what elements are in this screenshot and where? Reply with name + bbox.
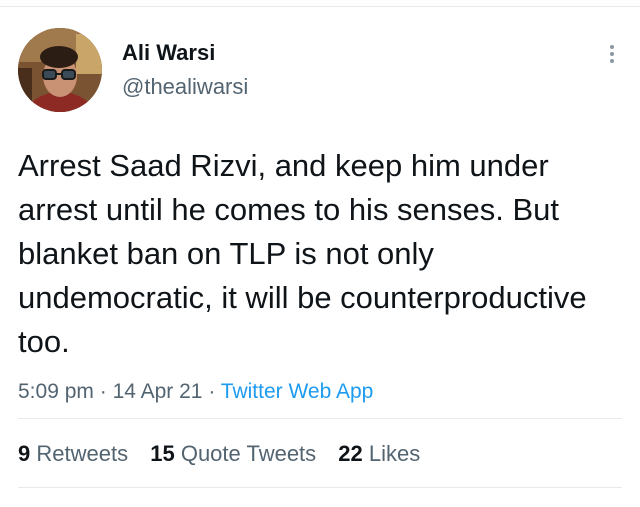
tweet-source-link[interactable]: Twitter Web App — [221, 380, 374, 403]
retweets-stat[interactable]: 9 Retweets — [18, 439, 128, 469]
tweet-stats: 9 Retweets 15 Quote Tweets 22 Likes — [18, 439, 436, 469]
author-names: Ali Warsi @thealiwarsi — [122, 40, 248, 102]
stats-divider-top — [18, 418, 622, 419]
retweets-count: 9 — [18, 441, 31, 466]
retweets-label: Retweets — [36, 441, 129, 466]
more-vertical-icon[interactable] — [604, 42, 620, 70]
tweet-time[interactable]: 5:09 pm — [18, 380, 94, 403]
handle[interactable]: @thealiwarsi — [122, 72, 248, 102]
meta-separator: · — [208, 380, 216, 403]
avatar-photo — [18, 28, 102, 112]
tweet: Ali Warsi @thealiwarsi Arrest Saad Rizvi… — [18, 28, 622, 407]
likes-label: Likes — [368, 441, 421, 466]
stats-divider-bottom — [18, 487, 622, 488]
likes-count: 22 — [338, 441, 363, 466]
display-name[interactable]: Ali Warsi — [122, 40, 248, 66]
tweet-date[interactable]: 14 Apr 21 — [113, 380, 203, 403]
meta-separator: · — [99, 380, 107, 403]
tweet-meta: 5:09 pm · 14 Apr 21 · Twitter Web App — [18, 377, 622, 407]
tweet-text: Arrest Saad Rizvi, and keep him under ar… — [18, 148, 587, 359]
tweet-header: Ali Warsi @thealiwarsi — [18, 28, 622, 114]
top-divider — [0, 6, 640, 7]
quote-tweets-count: 15 — [150, 441, 175, 466]
avatar[interactable] — [18, 28, 102, 112]
likes-stat[interactable]: 22 Likes — [338, 439, 420, 469]
quote-tweets-stat[interactable]: 15 Quote Tweets — [150, 439, 316, 469]
quote-tweets-label: Quote Tweets — [180, 441, 317, 466]
